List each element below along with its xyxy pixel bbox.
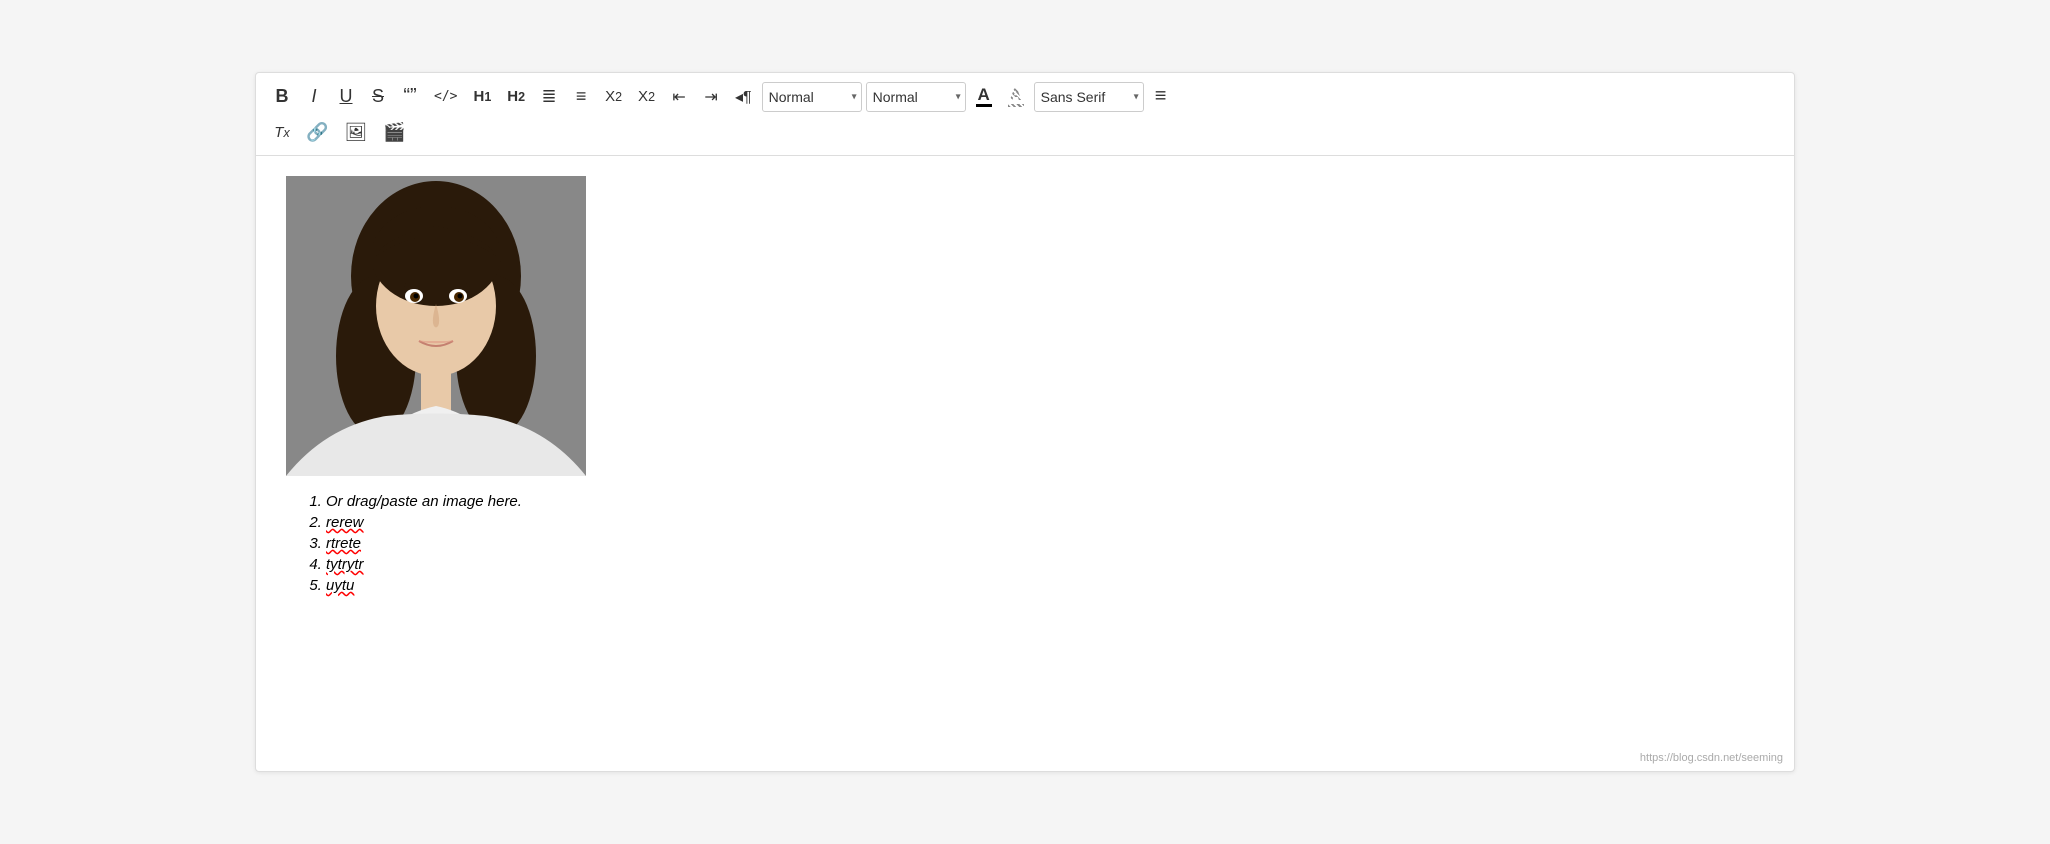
- content-list: Or drag/paste an image here. rerew rtret…: [326, 493, 1764, 594]
- list-item-text: rtrete: [326, 535, 361, 552]
- clear-format-button[interactable]: Tx: [268, 119, 296, 147]
- font-highlight-bar: [1008, 104, 1024, 107]
- ordered-list-button[interactable]: ≣: [535, 82, 563, 111]
- paragraph-format-select[interactable]: Normal Heading 1 Heading 2 Heading 3 Par…: [769, 89, 855, 105]
- font-highlight-button[interactable]: A: [1002, 83, 1030, 111]
- list-item: rerew: [326, 514, 1764, 531]
- indent-right-button[interactable]: ⇥: [697, 83, 725, 111]
- quote-button[interactable]: “”: [396, 81, 424, 112]
- strikethrough-button[interactable]: S: [364, 82, 392, 111]
- list-item: rtrete: [326, 535, 1764, 552]
- list-item: uytu: [326, 577, 1764, 594]
- inserted-image: [286, 176, 586, 476]
- underline-button[interactable]: U: [332, 82, 360, 111]
- status-url: https://blog.csdn.net/seeming: [1640, 752, 1783, 764]
- list-item: tytrytr: [326, 556, 1764, 573]
- font-family-select[interactable]: Sans Serif Serif Monospace: [1041, 89, 1137, 105]
- list-item-text: uytu: [326, 577, 354, 594]
- list-item-text: Or drag/paste an image here.: [326, 493, 522, 510]
- toolbar-row2: Tx 🔗 🖼 🎬: [268, 118, 1782, 147]
- font-color-letter: A: [978, 86, 990, 103]
- rtl-button[interactable]: ◂¶: [729, 83, 758, 111]
- font-color-button[interactable]: A: [970, 83, 998, 111]
- toolbar: B I U S “” </> H1 H2 ≣ ≡ X2: [256, 73, 1794, 156]
- list-item-text: rerew: [326, 514, 364, 531]
- editor-content[interactable]: Or drag/paste an image here. rerew rtret…: [256, 156, 1794, 756]
- bold-button[interactable]: B: [268, 82, 296, 111]
- editor-container: B I U S “” </> H1 H2 ≣ ≡ X2: [255, 72, 1795, 772]
- font-family-select-wrapper[interactable]: Sans Serif Serif Monospace ▾: [1034, 82, 1144, 112]
- italic-button[interactable]: I: [300, 82, 328, 111]
- toolbar-row1: B I U S “” </> H1 H2 ≣ ≡ X2: [268, 81, 1782, 112]
- link-button[interactable]: 🔗: [300, 118, 334, 147]
- indent-left-button[interactable]: ⇤: [665, 83, 693, 111]
- more-button[interactable]: ≡: [1148, 81, 1176, 112]
- h2-button[interactable]: H2: [501, 83, 531, 111]
- unordered-list-button[interactable]: ≡: [567, 82, 595, 111]
- subscript-button[interactable]: X2: [599, 83, 628, 111]
- paragraph-format-select-wrapper[interactable]: Normal Heading 1 Heading 2 Heading 3 Par…: [762, 82, 862, 112]
- list-item-text: tytrytr: [326, 556, 364, 573]
- font-highlight-letter: A: [1010, 86, 1022, 103]
- font-size-select-wrapper[interactable]: Normal Small Large Huge ▾: [866, 82, 966, 112]
- superscript-button[interactable]: X2: [632, 83, 661, 111]
- status-bar: https://blog.csdn.net/seeming: [1640, 752, 1783, 764]
- list-item: Or drag/paste an image here.: [326, 493, 1764, 510]
- font-color-bar: [976, 104, 992, 107]
- font-size-select[interactable]: Normal Small Large Huge: [873, 89, 959, 105]
- insert-image-button[interactable]: 🖼: [338, 118, 373, 147]
- h1-button[interactable]: H1: [467, 83, 497, 111]
- code-button[interactable]: </>: [428, 83, 463, 111]
- insert-video-button[interactable]: 🎬: [377, 118, 411, 147]
- image-block: [286, 176, 1764, 481]
